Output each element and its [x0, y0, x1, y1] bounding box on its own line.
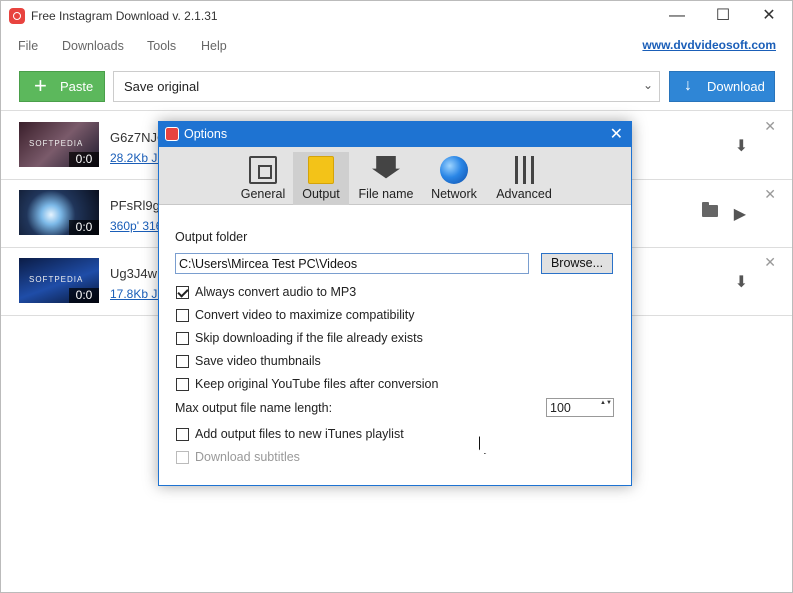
checkbox[interactable]: [176, 378, 189, 391]
website-link[interactable]: www.dvdvideosoft.com: [642, 38, 776, 52]
play-icon[interactable]: ▶: [734, 204, 746, 224]
video-duration: 0:0: [69, 152, 99, 167]
option-label: Always convert audio to MP3: [195, 285, 357, 299]
tab-label: File name: [358, 187, 414, 201]
tab-label: General: [240, 187, 286, 201]
menu-bar: File Downloads Tools Help www.dvdvideoso…: [1, 33, 792, 59]
max-length-label: Max output file name length:: [175, 401, 333, 415]
video-duration: 0:0: [69, 220, 99, 235]
app-logo-icon: [165, 127, 179, 141]
save-format-value: Save original: [124, 79, 200, 94]
video-duration: 0:0: [69, 288, 99, 303]
option-label: Convert video to maximize compatibility: [195, 308, 415, 322]
plus-icon: +: [34, 73, 47, 98]
general-settings-icon: [249, 156, 277, 184]
video-thumbnail: SOFTPEDIA 0:0: [19, 122, 99, 167]
checkbox[interactable]: [176, 309, 189, 322]
menu-help[interactable]: Help: [201, 39, 227, 53]
maximize-button[interactable]: ☐: [700, 1, 746, 33]
option-label: Skip downloading if the file already exi…: [195, 331, 423, 345]
dialog-close-button[interactable]: ✕: [610, 124, 623, 144]
title-bar: Free Instagram Download v. 2.1.31 — ☐ ✕: [1, 1, 792, 33]
output-folder-input[interactable]: [175, 253, 529, 274]
tab-advanced[interactable]: Advanced: [491, 152, 557, 205]
paste-label: Paste: [60, 79, 94, 94]
tab-label: Output: [302, 187, 340, 201]
option-label: Add output files to new iTunes playlist: [195, 427, 404, 441]
item-name: Ug3J4wF: [110, 266, 165, 281]
menu-downloads[interactable]: Downloads: [62, 39, 124, 53]
checkbox: [176, 451, 189, 464]
download-label: Download: [707, 79, 765, 94]
paste-button[interactable]: + Paste: [19, 71, 105, 102]
download-item-icon[interactable]: ⬇: [735, 136, 748, 156]
output-settings-panel: Output folder Browse... Always convert a…: [159, 206, 631, 485]
toolbar: + Paste Save original ⌄ ↓ Download: [1, 59, 792, 111]
browse-button[interactable]: Browse...: [541, 253, 613, 274]
app-logo-icon: [9, 8, 25, 24]
tab-label: Advanced: [496, 187, 552, 201]
close-button[interactable]: ✕: [746, 1, 792, 33]
checkbox[interactable]: [176, 355, 189, 368]
option-label: Keep original YouTube files after conver…: [195, 377, 439, 391]
tab-label: Network: [431, 187, 477, 201]
save-file-icon: [372, 156, 400, 179]
download-item-icon[interactable]: ⬇: [735, 272, 748, 292]
chevron-down-icon: ⌄: [642, 78, 653, 92]
tab-file-name[interactable]: File name: [351, 152, 421, 205]
option-label: Save video thumbnails: [195, 354, 321, 368]
video-thumbnail: SOFTPEDIA 0:0: [19, 258, 99, 303]
folder-icon: [308, 156, 334, 184]
tab-general[interactable]: General: [233, 152, 293, 205]
output-folder-label: Output folder: [175, 230, 248, 244]
thumbnail-watermark: SOFTPEDIA: [29, 275, 84, 284]
remove-item-icon[interactable]: ✕: [764, 186, 776, 203]
item-info-link[interactable]: 360p' 316: [110, 219, 162, 233]
remove-item-icon[interactable]: ✕: [764, 254, 776, 271]
dialog-title-bar: Options ✕: [159, 122, 631, 147]
stepper-arrows-icon[interactable]: ▲▼: [600, 400, 612, 415]
save-format-select[interactable]: Save original ⌄: [113, 71, 660, 102]
video-thumbnail: 0:0: [19, 190, 99, 235]
checkbox[interactable]: [176, 286, 189, 299]
menu-file[interactable]: File: [18, 39, 38, 53]
download-arrow-icon: ↓: [684, 77, 692, 94]
checkbox[interactable]: [176, 332, 189, 345]
remove-item-icon[interactable]: ✕: [764, 118, 776, 135]
download-button[interactable]: ↓ Download: [669, 71, 775, 102]
sliders-icon: [511, 156, 537, 184]
tab-output[interactable]: Output: [293, 152, 349, 205]
checkbox[interactable]: [176, 428, 189, 441]
options-dialog: Options ✕ General Output File name Netwo…: [158, 121, 632, 486]
dialog-title: Options: [184, 127, 228, 141]
globe-icon: [440, 156, 468, 184]
tab-network[interactable]: Network: [425, 152, 483, 205]
minimize-button[interactable]: —: [654, 1, 700, 33]
max-length-stepper[interactable]: 100 ▲▼: [546, 398, 614, 417]
menu-tools[interactable]: Tools: [147, 39, 176, 53]
folder-icon[interactable]: [702, 202, 718, 217]
options-tabs: General Output File name Network Advance…: [159, 147, 631, 205]
window-title: Free Instagram Download v. 2.1.31: [31, 9, 218, 23]
max-length-value: 100: [550, 401, 571, 415]
option-label: Download subtitles: [195, 450, 300, 464]
thumbnail-watermark: SOFTPEDIA: [29, 139, 84, 148]
